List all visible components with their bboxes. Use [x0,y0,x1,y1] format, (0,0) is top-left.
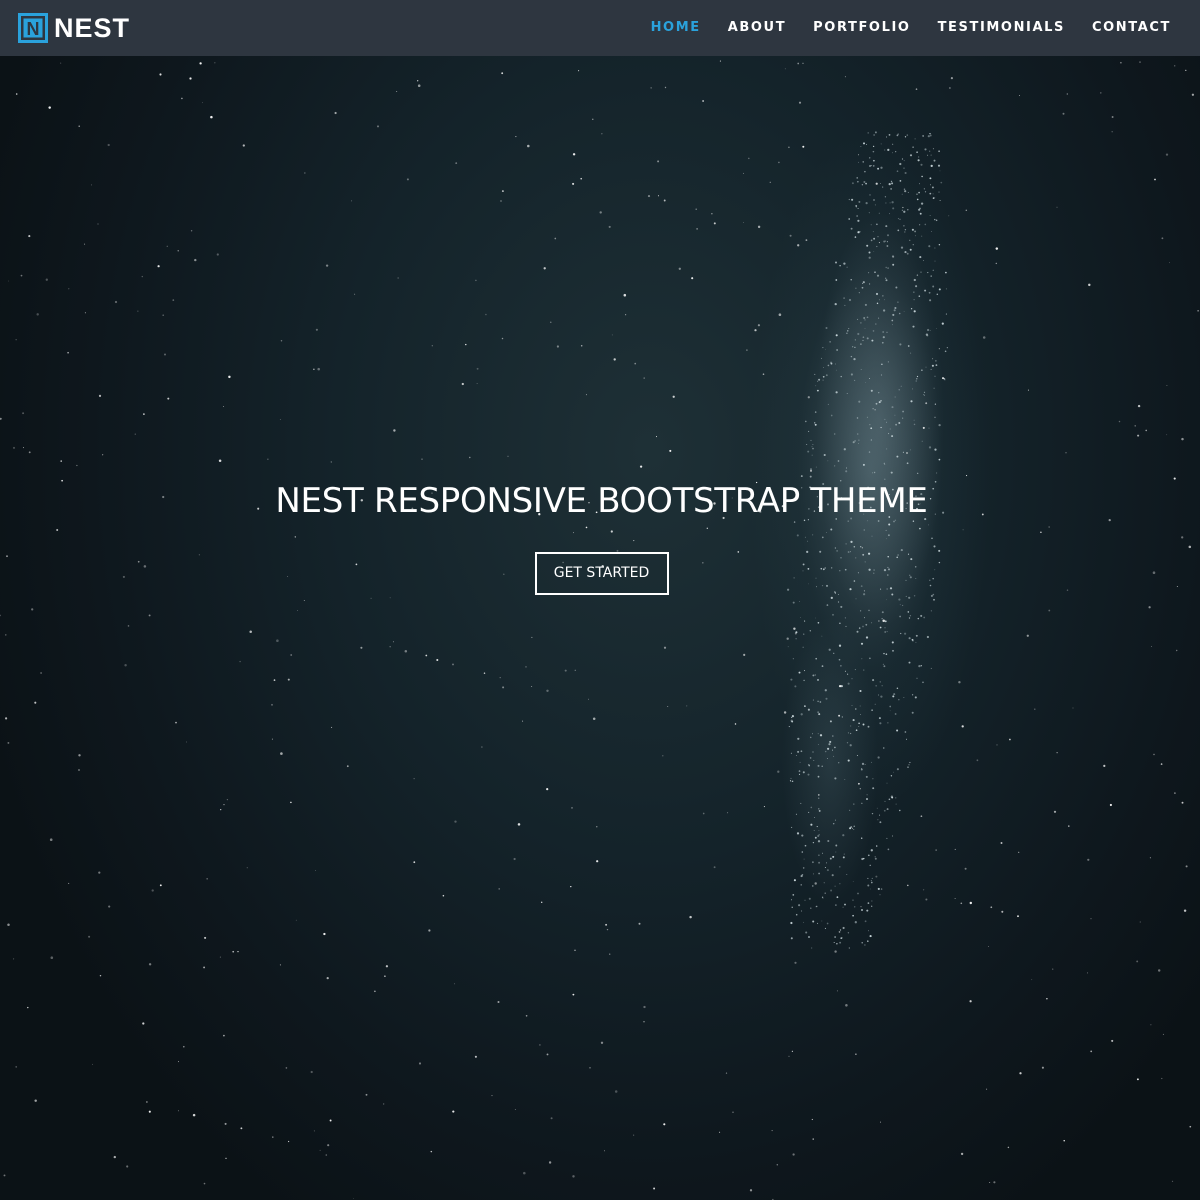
landing-page: N NEST HOME ABOUT PORTFOLIO TESTIMONIALS… [0,0,1200,1200]
nav-portfolio[interactable]: PORTFOLIO [800,0,924,56]
navbar: N NEST HOME ABOUT PORTFOLIO TESTIMONIALS… [0,0,1200,56]
get-started-button[interactable]: GET STARTED [534,552,669,595]
brand-letter: N [27,19,40,39]
nav-menu: HOME ABOUT PORTFOLIO TESTIMONIALS CONTAC… [637,0,1171,56]
nav-about[interactable]: ABOUT [714,0,799,56]
hero-title: NEST RESPONSIVE BOOTSTRAP THEME [275,481,928,521]
brand-n-icon: N [18,13,48,43]
nav-home[interactable]: HOME [637,0,714,56]
brand-logo[interactable]: N NEST [18,13,130,43]
hero-background [0,0,1200,1200]
starfield [0,60,1199,1200]
brand-name: NEST [54,13,131,43]
nav-testimonials[interactable]: TESTIMONIALS [924,0,1078,56]
nav-contact[interactable]: CONTACT [1079,0,1172,56]
hero-section: NEST RESPONSIVE BOOTSTRAP THEME GET STAR… [0,478,1200,595]
